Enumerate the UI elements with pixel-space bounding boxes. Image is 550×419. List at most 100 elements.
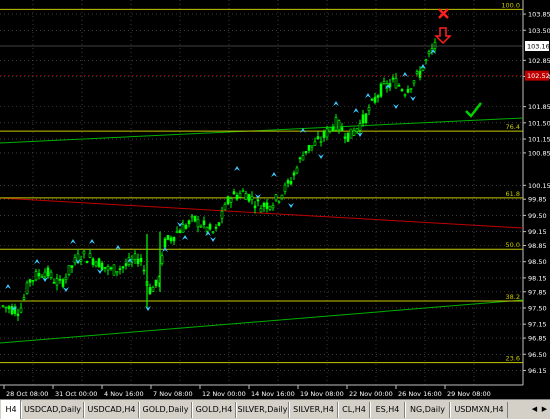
candle-body xyxy=(82,250,86,255)
up-arrow-mark xyxy=(365,93,371,98)
up-arrow-mark xyxy=(353,108,359,113)
chart-tab[interactable]: USDMXN,H4 xyxy=(450,402,508,418)
candle-body xyxy=(433,42,437,49)
candle-body xyxy=(190,215,194,218)
fib-level-label: 23.6 xyxy=(506,355,520,363)
candle-body xyxy=(64,276,68,280)
candle-body xyxy=(100,262,104,271)
candle-body xyxy=(292,172,296,176)
price-tick-label: 99.50 xyxy=(528,212,547,220)
candle-body xyxy=(295,167,299,174)
fib-level-label: 50.0 xyxy=(506,241,520,249)
price-tick-label: 103.85 xyxy=(528,11,550,19)
down-arrow-mark xyxy=(97,269,103,274)
candle-body xyxy=(217,222,221,226)
candle-body xyxy=(178,230,182,234)
candle-body xyxy=(355,128,359,132)
chart-tab[interactable]: GOLD,Daily xyxy=(139,402,192,418)
chart-tab[interactable]: CL,H4 xyxy=(338,402,370,418)
candlesticks xyxy=(1,38,437,322)
candle-body xyxy=(358,123,362,131)
candle-body xyxy=(220,210,224,219)
candle-body xyxy=(184,224,188,229)
price-tick-label: 103.50 xyxy=(528,27,550,35)
price-tick-label: 99.15 xyxy=(528,228,547,236)
up-arrow-mark xyxy=(234,166,240,171)
candle-body xyxy=(94,261,98,267)
up-arrow-mark xyxy=(70,239,76,244)
candle-body xyxy=(268,206,272,210)
price-chart[interactable]: 100.0 76.4 61.8 50.0 38.2 23.6 103.85 103.50 10… xyxy=(0,0,550,399)
candle-body xyxy=(136,258,140,265)
candle-body xyxy=(346,132,350,142)
candle-body xyxy=(373,97,377,103)
candle-body xyxy=(211,231,215,233)
price-tick-label: 96.50 xyxy=(528,351,547,359)
chart-tab[interactable]: SILVER,Daily xyxy=(236,402,289,418)
candle-body xyxy=(313,141,317,146)
time-tick-label: 28 Oct 08:00 xyxy=(6,390,48,398)
down-arrow-mark xyxy=(393,104,399,109)
candle-body xyxy=(421,67,425,71)
price-tick-label: 97.50 xyxy=(528,304,547,312)
candle-body xyxy=(37,273,41,277)
candle-body xyxy=(226,196,230,205)
time-tick-label: 26 Nov 16:00 xyxy=(398,390,442,398)
candle-body xyxy=(187,220,191,225)
candle-body xyxy=(88,253,92,258)
chart-tab-bar: ◀ ▶ H4 USDCAD,Daily USDCAD,H4 GOLD,Daily GOL… xyxy=(0,399,550,419)
check-mark-icon xyxy=(465,102,482,118)
up-arrow-mark xyxy=(271,172,277,177)
candle-body xyxy=(139,258,143,263)
down-arrow-mark xyxy=(318,154,324,159)
down-arrow-mark xyxy=(63,287,69,292)
up-arrow-mark xyxy=(205,231,211,236)
candle-body xyxy=(193,215,197,222)
price-tick-label: 98.85 xyxy=(528,242,547,250)
candle-body xyxy=(232,191,236,195)
price-tick-label: 101.85 xyxy=(528,103,550,111)
candle-body xyxy=(49,271,53,278)
candle-body xyxy=(337,120,341,131)
candle-body xyxy=(235,194,239,200)
candle-body xyxy=(118,268,122,270)
candle-body xyxy=(229,198,233,203)
chart-tab[interactable]: SILVER,H4 xyxy=(289,402,338,418)
up-arrow-mark xyxy=(182,235,188,240)
candle-body xyxy=(238,193,242,198)
candle-body xyxy=(214,226,218,229)
candle-body xyxy=(271,204,275,209)
chart-tab[interactable]: USDCAD,Daily xyxy=(21,402,84,418)
triangle-right-icon[interactable]: ▶ xyxy=(540,403,549,416)
candle-body xyxy=(241,190,245,193)
candle-body xyxy=(415,71,419,74)
candle-body xyxy=(427,51,431,55)
candle-body xyxy=(109,267,113,270)
chart-tab[interactable]: ES,H4 xyxy=(370,402,405,418)
candle-body xyxy=(133,253,137,260)
fib-level-label: 76.4 xyxy=(506,123,520,131)
candle-body xyxy=(40,276,44,278)
trend-line-red xyxy=(0,197,524,229)
candle-body xyxy=(22,297,26,300)
candle-body xyxy=(322,131,326,138)
time-tick-label: 4 Nov 16:00 xyxy=(104,390,144,398)
chart-tab[interactable]: USDCAD,H4 xyxy=(84,402,139,418)
candle-body xyxy=(181,224,185,233)
time-tick-label: 19 Nov 08:00 xyxy=(300,390,344,398)
candle-body xyxy=(175,231,179,233)
chart-tab[interactable]: NG,Daily xyxy=(405,402,450,418)
candle-body xyxy=(319,141,323,143)
candle-body xyxy=(196,218,200,228)
candle-body xyxy=(55,278,59,286)
chart-tab[interactable]: H4 xyxy=(1,400,21,419)
candle-body xyxy=(406,89,410,93)
time-tick-label: 22 Nov 00:00 xyxy=(349,390,393,398)
ask-price-label: 102.52 xyxy=(527,72,550,80)
triangle-left-icon[interactable]: ◀ xyxy=(530,403,539,416)
candle-body xyxy=(97,258,101,268)
trend-lines xyxy=(0,117,524,344)
down-arrow-icon xyxy=(434,27,452,45)
fib-level-label: 100.0 xyxy=(501,1,520,9)
chart-tab[interactable]: GOLD,H4 xyxy=(192,402,236,418)
